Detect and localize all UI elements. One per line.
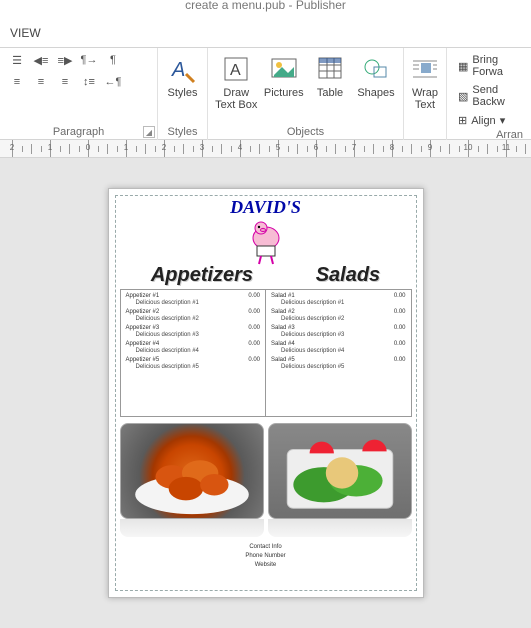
- group-label-paragraph: Paragraph: [6, 126, 151, 140]
- bullets-button[interactable]: ☰: [6, 50, 28, 70]
- ltr-button[interactable]: ¶→: [78, 50, 100, 70]
- shapes-button[interactable]: Shapes: [355, 50, 397, 102]
- align-button[interactable]: ⊞Align ▾: [453, 112, 525, 129]
- send-backward-button[interactable]: ▧Send Backw: [453, 82, 525, 110]
- align-icon: ⊞: [458, 114, 467, 127]
- bring-forward-button[interactable]: ▦Bring Forwa: [453, 52, 525, 80]
- chevron-down-icon: ▾: [500, 114, 506, 127]
- menu-item: Appetizer #40.00Delicious description #4: [126, 341, 261, 354]
- contact-block: Contact Info Phone Number Website: [120, 543, 412, 570]
- bring-forward-icon: ▦: [458, 60, 468, 73]
- table-button[interactable]: Table: [309, 50, 351, 102]
- align-center-button[interactable]: ≡: [30, 72, 52, 92]
- wrap-text-button[interactable]: Wrap Text: [404, 50, 446, 114]
- group-paragraph: ☰ ◀≡ ≡▶ ¶→ ¶ ≡ ≡ ≡ ↕≡ ←¶ Paragraph ◢: [0, 48, 158, 140]
- tab-view[interactable]: VIEW: [0, 22, 531, 48]
- menu-item: Salad #20.00Delicious description #2: [271, 309, 406, 322]
- group-label-styles: Styles: [164, 126, 201, 140]
- menu-item: Salad #30.00Delicious description #3: [271, 325, 406, 338]
- group-arrange: ▦Bring Forwa ▧Send Backw ⊞Align ▾ Arran: [446, 48, 531, 140]
- svg-text:A: A: [230, 62, 241, 79]
- horizontal-ruler[interactable]: 2101234567891011: [0, 140, 531, 158]
- decrease-indent-button[interactable]: ◀≡: [30, 50, 52, 70]
- menu-item: Appetizer #20.00Delicious description #2: [126, 309, 261, 322]
- rtl-button[interactable]: ←¶: [102, 72, 124, 92]
- shapes-icon: [360, 53, 392, 85]
- menu-columns: Appetizer #10.00Delicious description #1…: [120, 289, 412, 417]
- menu-item: Salad #10.00Delicious description #1: [271, 293, 406, 306]
- appetizers-heading: Appetizers: [151, 264, 253, 287]
- svg-text:A: A: [171, 59, 185, 81]
- pictures-icon: [268, 53, 300, 85]
- send-backward-icon: ▧: [458, 90, 468, 103]
- align-right-button[interactable]: ≡: [54, 72, 76, 92]
- paragraph-dialog-launcher[interactable]: ◢: [143, 126, 155, 138]
- menu-item: Appetizer #10.00Delicious description #1: [126, 293, 261, 306]
- menu-item: Appetizer #30.00Delicious description #3: [126, 325, 261, 338]
- logo-text: DAVID'S: [120, 200, 412, 214]
- group-label-objects: Objects: [214, 126, 397, 140]
- group-objects: A Draw Text Box Pictures Table Shapes Ob…: [208, 48, 404, 140]
- align-left-button[interactable]: ≡: [6, 72, 28, 92]
- menu-item: Appetizer #50.00Delicious description #5: [126, 357, 261, 370]
- ribbon: ☰ ◀≡ ≡▶ ¶→ ¶ ≡ ≡ ≡ ↕≡ ←¶ Paragraph ◢: [0, 48, 531, 140]
- styles-button[interactable]: A Styles: [162, 50, 204, 102]
- draw-text-box-button[interactable]: A Draw Text Box: [214, 50, 259, 114]
- line-spacing-button[interactable]: ↕≡: [78, 72, 100, 92]
- styles-icon: A: [167, 53, 199, 85]
- appetizer-photo: [120, 423, 264, 519]
- pilcrow-button[interactable]: ¶: [102, 50, 124, 70]
- pig-logo-icon: [243, 216, 289, 266]
- text-box-icon: A: [220, 53, 252, 85]
- salad-photo: [268, 423, 412, 519]
- group-styles: A Styles Styles: [158, 48, 208, 140]
- increase-indent-button[interactable]: ≡▶: [54, 50, 76, 70]
- salads-heading: Salads: [316, 264, 380, 287]
- group-wrap: Wrap Text: [404, 48, 446, 140]
- wrap-text-icon: [409, 53, 441, 85]
- window-title: create a menu.pub - Publisher: [0, 0, 531, 22]
- menu-item: Salad #40.00Delicious description #4: [271, 341, 406, 354]
- table-icon: [314, 53, 346, 85]
- appetizers-column: Appetizer #10.00Delicious description #1…: [121, 290, 266, 416]
- menu-item: Salad #50.00Delicious description #5: [271, 357, 406, 370]
- salads-column: Salad #10.00Delicious description #1 Sala…: [265, 290, 411, 416]
- document-canvas[interactable]: DAVID'S Appetizers Salads Appetizer #10.…: [0, 158, 531, 628]
- pictures-button[interactable]: Pictures: [263, 50, 306, 102]
- page[interactable]: DAVID'S Appetizers Salads Appetizer #10.…: [108, 188, 424, 598]
